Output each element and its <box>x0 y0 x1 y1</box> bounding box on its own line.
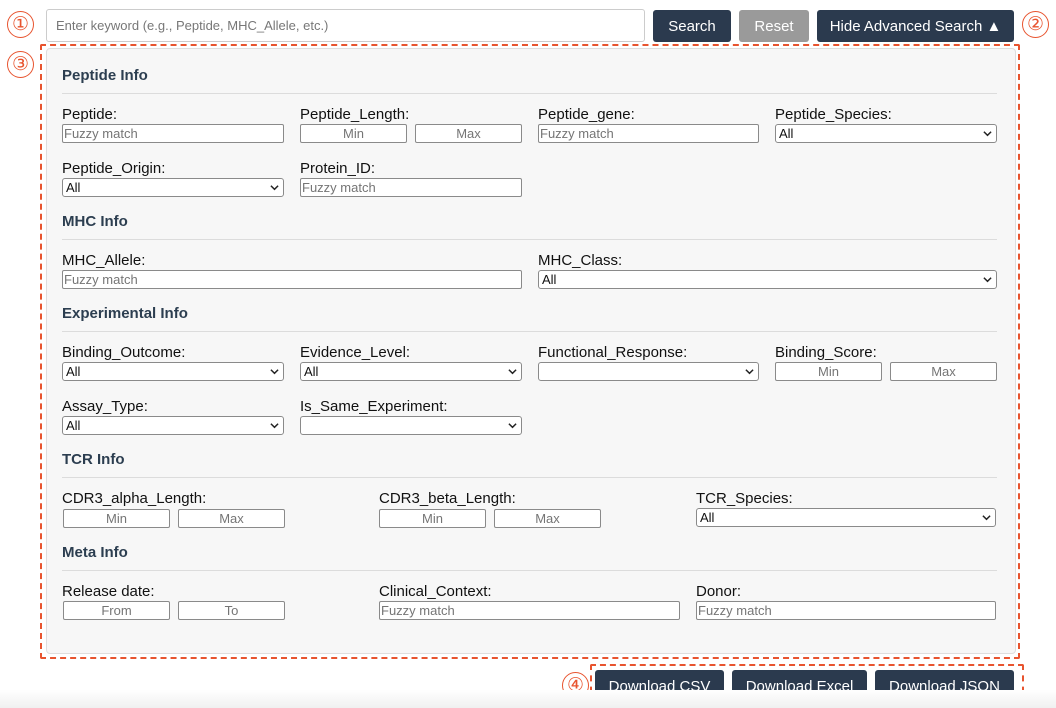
section-divider <box>62 477 997 478</box>
section-divider <box>62 93 997 94</box>
section-title-mhc-info: MHC Info <box>62 213 128 230</box>
peptide-length-max-input[interactable] <box>415 124 522 143</box>
chevron-down-icon <box>508 423 517 429</box>
chevron-down-icon <box>982 515 991 521</box>
chevron-down-icon <box>270 369 279 375</box>
section-title-meta-info: Meta Info <box>62 544 128 561</box>
peptide-species-label: Peptide_Species: <box>775 106 892 123</box>
chevron-down-icon <box>270 185 279 191</box>
peptide-gene-label: Peptide_gene: <box>538 106 635 123</box>
binding-score-label: Binding_Score: <box>775 344 877 361</box>
mhc-allele-label: MHC_Allele: <box>62 252 146 269</box>
evidence-level-label: Evidence_Level: <box>300 344 411 361</box>
select-value: All <box>66 364 81 379</box>
clinical-context-label: Clinical_Context: <box>379 583 492 600</box>
cdr3-beta-length-min-input[interactable] <box>379 509 486 528</box>
mhc-class-select[interactable]: All <box>538 270 997 289</box>
functional-response-select[interactable] <box>538 362 759 381</box>
binding-outcome-select[interactable]: All <box>62 362 284 381</box>
select-value: All <box>66 418 81 433</box>
cdr3-beta-length-label: CDR3_beta_Length: <box>379 490 516 507</box>
annotation-marker-3: ③ <box>7 51 34 78</box>
mhc-class-label: MHC_Class: <box>538 252 623 269</box>
reset-button[interactable]: Reset <box>739 10 809 42</box>
peptide-length-label: Peptide_Length: <box>300 106 410 123</box>
assay-type-label: Assay_Type: <box>62 398 148 415</box>
cdr3-beta-length-max-input[interactable] <box>494 509 601 528</box>
donor-input[interactable] <box>696 601 996 620</box>
section-divider <box>62 570 997 571</box>
release-date-to-input[interactable] <box>178 601 285 620</box>
peptide-input[interactable] <box>62 124 284 143</box>
chevron-down-icon <box>983 131 992 137</box>
peptide-label: Peptide: <box>62 106 118 123</box>
keyword-search-input[interactable] <box>46 9 645 42</box>
select-value: All <box>66 180 81 195</box>
peptide-origin-select[interactable]: All <box>62 178 284 197</box>
binding-score-max-input[interactable] <box>890 362 997 381</box>
protein-id-input[interactable] <box>300 178 522 197</box>
mhc-allele-input[interactable] <box>62 270 522 289</box>
chevron-down-icon <box>983 277 992 283</box>
chevron-down-icon <box>270 423 279 429</box>
is-same-experiment-label: Is_Same_Experiment: <box>300 398 448 415</box>
peptide-gene-input[interactable] <box>538 124 759 143</box>
release-date-from-input[interactable] <box>63 601 170 620</box>
cdr3-alpha-length-min-input[interactable] <box>63 509 170 528</box>
section-divider <box>62 331 997 332</box>
annotation-marker-2: ② <box>1022 11 1049 38</box>
chevron-down-icon <box>745 369 754 375</box>
section-title-peptide-info: Peptide Info <box>62 67 148 84</box>
peptide-species-select[interactable]: All <box>775 124 997 143</box>
assay-type-select[interactable]: All <box>62 416 284 435</box>
section-title-experimental-info: Experimental Info <box>62 305 188 322</box>
donor-label: Donor: <box>696 583 742 600</box>
select-value: All <box>304 364 319 379</box>
select-value: All <box>700 510 715 525</box>
section-title-tcr-info: TCR Info <box>62 451 125 468</box>
cdr3-alpha-length-label: CDR3_alpha_Length: <box>62 490 207 507</box>
release-date-label: Release date: <box>62 583 155 600</box>
select-value: All <box>542 272 557 287</box>
cdr3-alpha-length-max-input[interactable] <box>178 509 285 528</box>
tcr-species-select[interactable]: All <box>696 508 996 527</box>
peptide-length-min-input[interactable] <box>300 124 407 143</box>
is-same-experiment-select[interactable] <box>300 416 522 435</box>
binding-outcome-label: Binding_Outcome: <box>62 344 186 361</box>
clinical-context-input[interactable] <box>379 601 680 620</box>
functional-response-label: Functional_Response: <box>538 344 688 361</box>
search-button[interactable]: Search <box>653 10 731 42</box>
bottom-shadow <box>0 690 1056 708</box>
binding-score-min-input[interactable] <box>775 362 882 381</box>
tcr-species-label: TCR_Species: <box>696 490 793 507</box>
toggle-advanced-search-button[interactable]: Hide Advanced Search ▲ <box>817 10 1014 42</box>
chevron-down-icon <box>508 369 517 375</box>
protein-id-label: Protein_ID: <box>300 160 376 177</box>
evidence-level-select[interactable]: All <box>300 362 522 381</box>
section-divider <box>62 239 997 240</box>
peptide-origin-label: Peptide_Origin: <box>62 160 166 177</box>
annotation-marker-1: ① <box>7 11 34 38</box>
select-value: All <box>779 126 794 141</box>
